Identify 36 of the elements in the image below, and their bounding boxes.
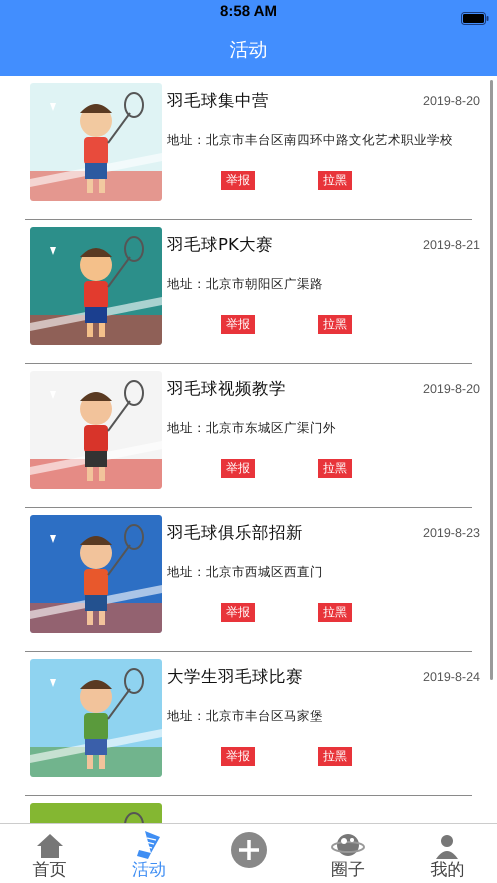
tab-item[interactable]: 活动: [99, 824, 199, 883]
activity-date: 2019-8-20: [423, 381, 480, 398]
tab-item[interactable]: 我的: [398, 824, 497, 883]
activity-address: 地址：北京市丰台区南四环中路文化艺术职业学校: [167, 130, 454, 149]
status-time: 8:58 AM: [220, 2, 277, 22]
report-button[interactable]: 举报: [221, 458, 255, 478]
shuttlecock-icon: [136, 831, 162, 859]
activity-date: 2019-8-23: [423, 525, 480, 542]
activity-address: 地址：北京市朝阳区广渠路: [167, 274, 324, 293]
block-button[interactable]: 拉黑: [318, 458, 352, 478]
activity-address: 地址：北京市东城区广渠门外: [167, 418, 337, 437]
activity-date: 2019-8-24: [423, 669, 480, 686]
page-title: 活动: [230, 38, 268, 64]
block-button[interactable]: 拉黑: [318, 746, 352, 766]
activity-date: 2019-8-21: [423, 237, 480, 254]
activity-title: 羽毛球俱乐部招新: [167, 522, 303, 544]
report-button[interactable]: 举报: [221, 746, 255, 766]
report-button[interactable]: 举报: [221, 170, 255, 190]
report-button[interactable]: 举报: [221, 602, 255, 622]
activity-date: 2019-8-20: [423, 93, 480, 110]
activity-title: 羽毛球PK大赛: [167, 234, 273, 256]
activity-title: 羽毛球集中营: [167, 90, 269, 112]
report-button[interactable]: 举报: [221, 314, 255, 334]
plus-icon: [230, 832, 267, 868]
activity-title: 羽毛球视频教学: [167, 378, 286, 400]
home-icon: [36, 833, 64, 859]
person-icon: [434, 833, 460, 859]
tab-item[interactable]: 圈子: [298, 824, 398, 883]
activity-address: 地址：北京市丰台区马家堡: [167, 706, 324, 725]
planet-icon: [330, 831, 365, 859]
block-button[interactable]: 拉黑: [318, 314, 352, 334]
tab-item[interactable]: 首页: [0, 824, 100, 883]
block-button[interactable]: 拉黑: [318, 170, 352, 190]
activity-title: 大学生羽毛球比赛: [167, 666, 303, 688]
activity-address: 地址：北京市西城区西直门: [167, 562, 324, 581]
block-button[interactable]: 拉黑: [318, 602, 352, 622]
